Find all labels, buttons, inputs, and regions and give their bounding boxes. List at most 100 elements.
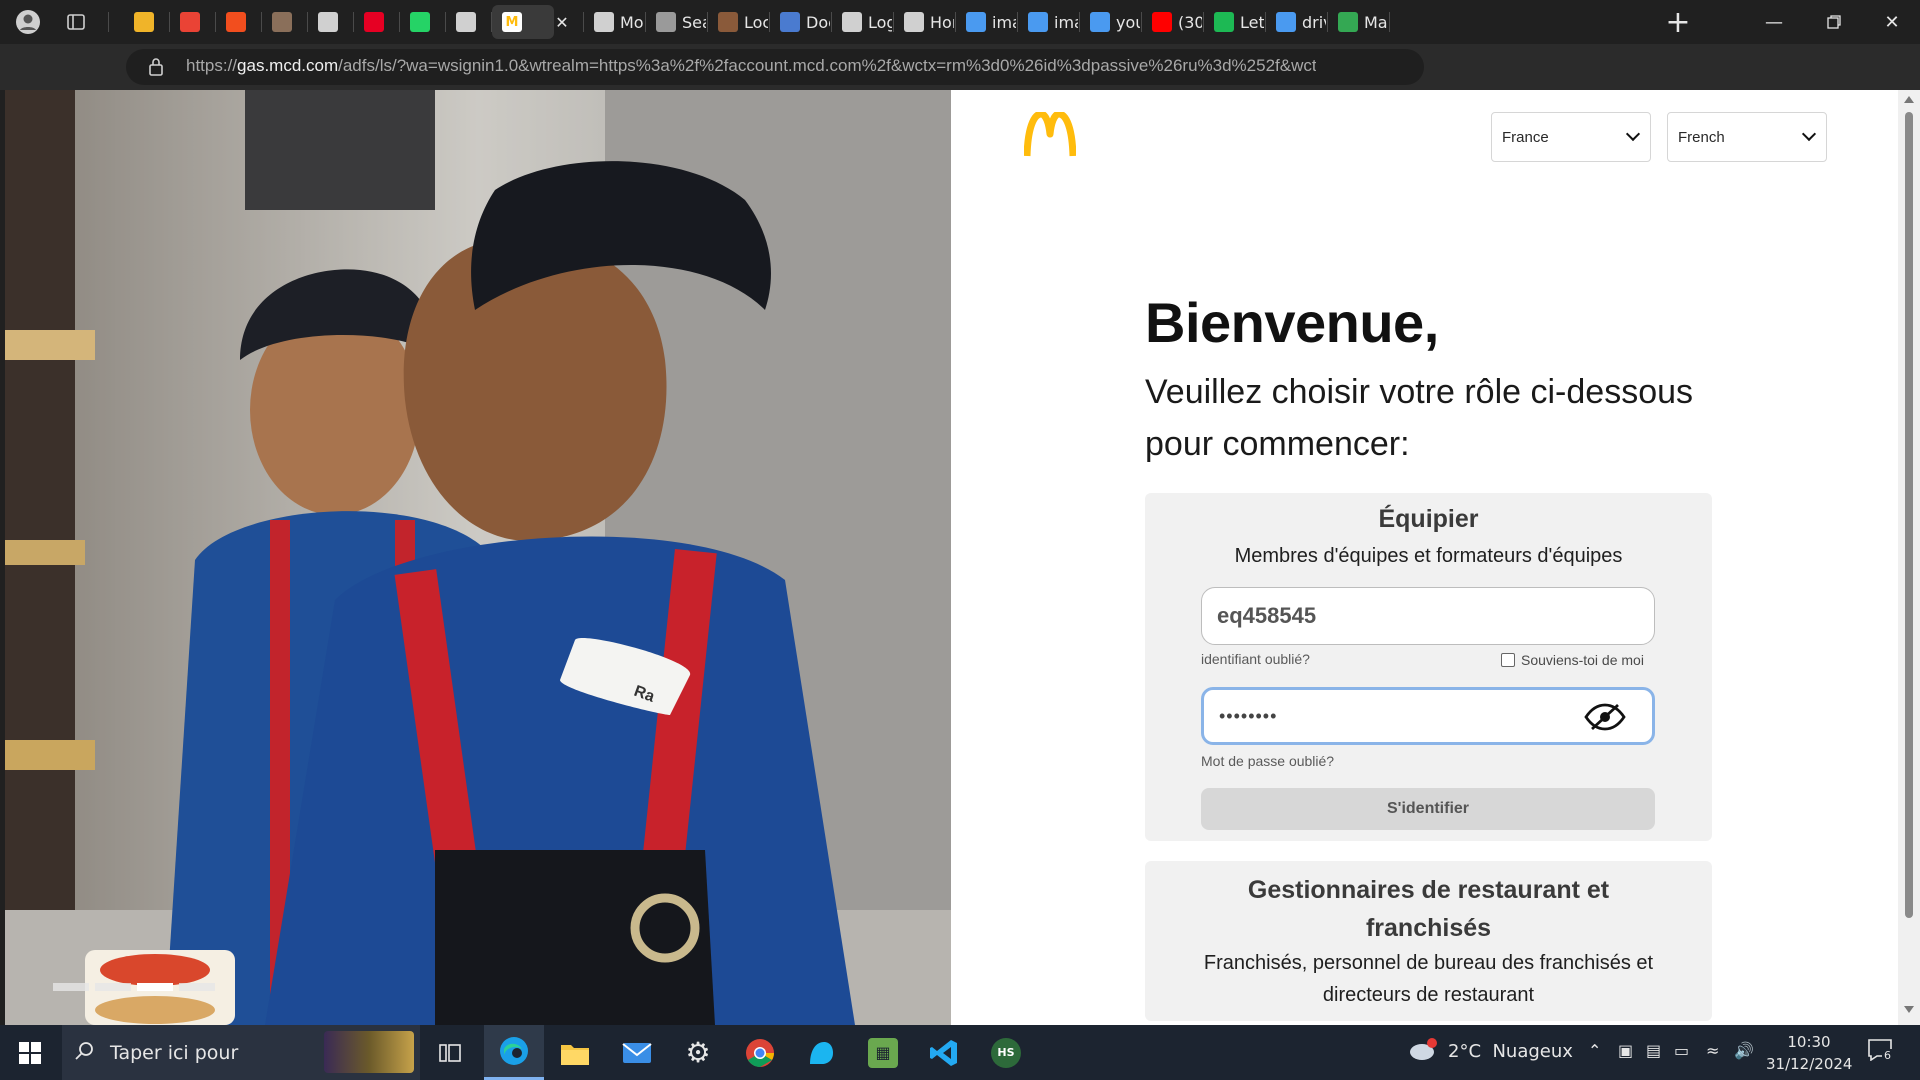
app-icon[interactable] — [791, 1025, 851, 1080]
browser-tab[interactable]: imag — [1018, 5, 1078, 39]
forgot-password-link[interactable]: Mot de passe oublié? — [1201, 753, 1334, 769]
letter-icon — [1214, 12, 1234, 32]
browser-tab[interactable] — [354, 5, 398, 39]
browser-tab[interactable]: drive — [1266, 5, 1326, 39]
hubspot-icon[interactable]: HS — [976, 1025, 1036, 1080]
volume-icon[interactable]: 🔊 — [1734, 1041, 1754, 1060]
file-explorer-icon[interactable] — [545, 1025, 605, 1080]
scroll-up-arrow-icon[interactable] — [1904, 96, 1914, 103]
search-icon — [966, 12, 986, 32]
chrome-icon[interactable] — [730, 1025, 790, 1080]
username-field[interactable]: eq458545 — [1201, 587, 1655, 645]
browser-tab[interactable]: Searc — [646, 5, 706, 39]
tab-title: Docu — [806, 12, 830, 32]
show-hidden-icons-icon[interactable]: ⌃ — [1588, 1041, 1601, 1060]
browser-tab[interactable]: Mob — [584, 5, 644, 39]
profile-icon[interactable] — [14, 8, 42, 36]
settings-icon[interactable]: ⚙ — [668, 1025, 728, 1080]
clock[interactable]: 10:30 31/12/2024 — [1766, 1031, 1852, 1075]
vscode-icon[interactable] — [914, 1025, 974, 1080]
scroll-down-arrow-icon[interactable] — [1904, 1006, 1914, 1013]
address-field[interactable]: https://gas.mcd.com/adfs/ls/?wa=wsignin1… — [126, 49, 1424, 85]
browser-tab[interactable] — [446, 5, 490, 39]
notifications-icon[interactable]: 6 — [1868, 1039, 1898, 1067]
youtube-icon — [1152, 12, 1172, 32]
browser-tab[interactable] — [308, 5, 352, 39]
minimize-button[interactable]: — — [1746, 0, 1802, 44]
apple-icon — [842, 12, 862, 32]
image-icon — [718, 12, 738, 32]
browser-tab[interactable]: M — [492, 5, 554, 39]
windows-taskbar: Taper ici pour ⚙ ▦ HS 2°C Nuageux ⌃ ▣ ▤ … — [0, 1025, 1920, 1080]
edge-taskbar-icon[interactable] — [484, 1025, 544, 1080]
windows-start-icon[interactable] — [0, 1025, 60, 1080]
tab-title: Log i — [868, 12, 892, 32]
browser-tab[interactable]: Loca — [708, 5, 768, 39]
remember-me[interactable]: Souviens-toi de moi — [1501, 652, 1644, 668]
language-select[interactable]: French — [1667, 112, 1827, 162]
forgot-id-link[interactable]: identifiant oublié? — [1201, 651, 1310, 667]
clock-time: 10:30 — [1787, 1033, 1831, 1051]
network-share-icon[interactable]: ▤ — [1646, 1041, 1661, 1060]
page-title: Bienvenue, — [1145, 291, 1439, 354]
weather-widget[interactable]: 2°C Nuageux — [1408, 1037, 1573, 1065]
close-window-button[interactable]: ✕ — [1864, 0, 1920, 44]
tab-title: drive — [1302, 12, 1326, 32]
google-drive-icon — [1338, 12, 1358, 32]
search-icon — [1028, 12, 1048, 32]
browser-tab[interactable]: yout — [1080, 5, 1140, 39]
taskbar-search[interactable]: Taper ici pour — [62, 1025, 420, 1080]
chevron-down-icon — [1801, 126, 1817, 142]
mcdonalds-icon: M — [502, 12, 522, 32]
password-field[interactable]: •••••••• — [1201, 687, 1655, 745]
trello-icon — [272, 12, 292, 32]
scrollbar-thumb[interactable] — [1905, 112, 1913, 918]
browser-tab[interactable] — [170, 5, 214, 39]
manager-login-card[interactable]: Gestionnaires de restaurant et franchisé… — [1145, 861, 1712, 1021]
crew-card-subtitle: Membres d'équipes et formateurs d'équipe… — [1234, 545, 1623, 567]
restore-button[interactable] — [1806, 0, 1862, 44]
url-text: https://gas.mcd.com/adfs/ls/?wa=wsignin1… — [186, 56, 1316, 75]
battery-icon[interactable]: ▭ — [1674, 1041, 1689, 1060]
page-scrollbar[interactable] — [1898, 90, 1920, 1025]
github-icon — [318, 12, 338, 32]
browser-tab[interactable]: Mac — [1328, 5, 1388, 39]
cloud-icon — [1408, 1037, 1438, 1065]
browser-tab[interactable]: imag — [956, 5, 1016, 39]
excel-icon[interactable]: ▦ — [853, 1025, 913, 1080]
wifi-icon[interactable]: ≈ — [1706, 1041, 1719, 1060]
whatsapp-icon — [410, 12, 430, 32]
browser-tab[interactable] — [400, 5, 444, 39]
tab-title: Hom — [930, 12, 954, 32]
country-select[interactable]: France — [1491, 112, 1651, 162]
tab-title: imag — [1054, 12, 1078, 32]
task-view-icon[interactable] — [420, 1025, 480, 1080]
sign-in-button[interactable]: S'identifier — [1201, 788, 1655, 830]
browser-tab[interactable] — [124, 5, 168, 39]
notification-count-badge: 6 — [1882, 1049, 1893, 1062]
mail-icon[interactable] — [607, 1025, 667, 1080]
tab-actions-icon[interactable] — [62, 8, 90, 36]
browser-tab[interactable]: Lettr — [1204, 5, 1264, 39]
browser-tab[interactable]: Log i — [832, 5, 892, 39]
browser-tab[interactable]: Docu — [770, 5, 830, 39]
manager-card-title: Gestionnaires de restaurant et franchisé… — [1247, 876, 1610, 942]
new-tab-button[interactable]: + — [1650, 0, 1706, 44]
pinterest-icon — [364, 12, 384, 32]
address-bar-row: ← ↻ https://gas.mcd.com/adfs/ls/?wa=wsig… — [0, 44, 1920, 124]
remember-me-checkbox[interactable] — [1501, 653, 1515, 667]
tab-title: yout — [1116, 12, 1140, 32]
browser-tab[interactable]: Hom — [894, 5, 954, 39]
crew-login-card: Équipier Membres d'équipes et formateurs… — [1145, 493, 1712, 841]
browser-tab[interactable] — [262, 5, 306, 39]
chevron-down-icon — [1625, 126, 1641, 142]
tab-title: Loca — [744, 12, 768, 32]
usb-icon[interactable]: ▣ — [1618, 1041, 1633, 1060]
apple-icon — [904, 12, 924, 32]
crew-card-title: Équipier — [1378, 505, 1479, 533]
browser-tab[interactable] — [216, 5, 260, 39]
hide-password-icon[interactable] — [1584, 702, 1626, 737]
close-tab-icon[interactable]: ✕ — [548, 0, 576, 44]
account-circle-icon — [656, 12, 676, 32]
browser-tab[interactable]: (30) I — [1142, 5, 1202, 39]
